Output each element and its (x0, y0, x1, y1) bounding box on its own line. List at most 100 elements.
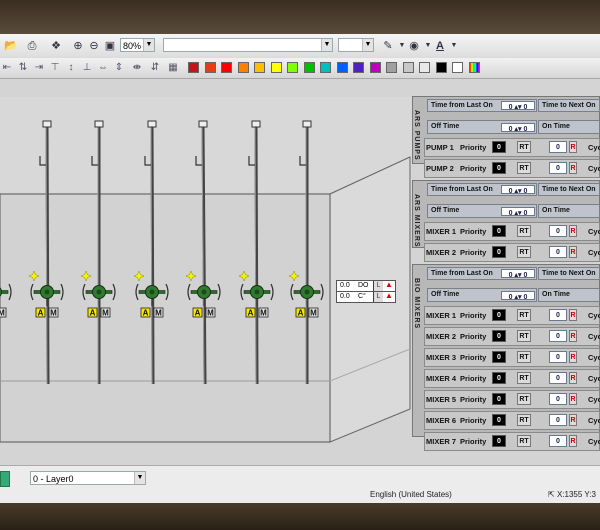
same-size-icon[interactable]: ▦ (166, 61, 180, 75)
distribute-h-icon[interactable]: ⇔ (96, 61, 110, 75)
align-left-icon[interactable]: ⇤ (0, 61, 14, 75)
priority-value[interactable]: 0 (492, 309, 506, 321)
rt-button[interactable]: RT (517, 351, 531, 363)
priority-value[interactable]: 0 (492, 330, 506, 342)
palette-swatch[interactable] (237, 62, 249, 73)
palette-swatch[interactable] (204, 62, 216, 73)
zoom-in-icon[interactable]: ⊕ (70, 38, 86, 54)
priority-value[interactable]: 0 (492, 246, 506, 258)
align-bottom-icon[interactable]: ⊥ (80, 61, 94, 75)
palette-swatch[interactable] (287, 62, 298, 73)
rt-button[interactable]: RT (517, 309, 531, 321)
palette-swatch[interactable] (419, 62, 430, 73)
rt-button[interactable]: RT (517, 246, 531, 258)
align-middle-icon[interactable]: ↕ (64, 61, 78, 75)
rt-button[interactable]: RT (517, 225, 531, 237)
reset-flag[interactable]: R (569, 393, 577, 405)
priority-value[interactable]: 0 (492, 372, 506, 384)
open-folder-icon[interactable]: 📂 (3, 38, 19, 54)
layer-nav-icon[interactable] (0, 471, 10, 487)
off-time-spinner[interactable]: 0 ▴▾ 0 (501, 207, 535, 216)
help-pointer-icon[interactable]: ❖ (48, 38, 64, 54)
priority-value[interactable]: 0 (492, 162, 506, 174)
runtime-value[interactable]: 0 (549, 246, 567, 258)
font-size-select[interactable]: ▼ (338, 38, 374, 52)
palette-swatch[interactable] (386, 62, 397, 73)
zoom-select[interactable]: 80% ▼ (120, 38, 155, 52)
reset-flag[interactable]: R (569, 225, 577, 237)
reset-flag[interactable]: R (569, 246, 577, 258)
same-height-icon[interactable]: ⇵ (148, 61, 162, 75)
manual-tag[interactable]: M (48, 307, 59, 318)
same-width-icon[interactable]: ⇼ (130, 61, 144, 75)
rt-button[interactable]: RT (517, 330, 531, 342)
reset-flag[interactable]: R (569, 351, 577, 363)
manual-tag[interactable]: M (153, 307, 164, 318)
priority-value[interactable]: 0 (492, 351, 506, 363)
manual-tag[interactable]: M (258, 307, 269, 318)
palette-swatch[interactable] (188, 62, 199, 73)
rt-button[interactable]: RT (517, 162, 531, 174)
priority-value[interactable]: 0 (492, 435, 506, 447)
palette-swatch[interactable] (336, 62, 348, 73)
runtime-value[interactable]: 0 (549, 225, 567, 237)
palette-swatch[interactable] (254, 62, 265, 73)
reset-flag[interactable]: R (569, 330, 577, 342)
runtime-value[interactable]: 0 (549, 351, 567, 363)
time-last-on-spinner[interactable]: 0 ▴▾ 0 (501, 269, 535, 278)
align-top-icon[interactable]: ⊤ (48, 61, 62, 75)
off-time-spinner[interactable]: 0 ▴▾ 0 (501, 291, 535, 300)
runtime-value[interactable]: 0 (549, 393, 567, 405)
palette-swatch[interactable] (353, 62, 364, 73)
auto-tag[interactable]: A (140, 307, 151, 318)
palette-swatch[interactable] (270, 62, 282, 73)
runtime-value[interactable]: 0 (549, 162, 567, 174)
more-colors-icon[interactable] (468, 62, 480, 73)
runtime-value[interactable]: 0 (549, 330, 567, 342)
auto-tag[interactable]: A (35, 307, 46, 318)
rt-button[interactable]: RT (517, 393, 531, 405)
palette-swatch[interactable] (452, 62, 463, 73)
manual-tag[interactable]: M (308, 307, 319, 318)
reset-flag[interactable]: R (569, 435, 577, 447)
runtime-value[interactable]: 0 (549, 309, 567, 321)
rt-button[interactable]: RT (517, 141, 531, 153)
do-limit-flag[interactable]: L (373, 281, 383, 291)
time-last-on-spinner[interactable]: 0 ▴▾ 0 (501, 185, 535, 194)
manual-tag[interactable]: M (0, 307, 7, 318)
drawing-canvas[interactable]: AMAMAMAMAMAMAM 0.0 DO L ▲ 0.0 C° L ▲ ARS… (0, 79, 600, 465)
distribute-v-icon[interactable]: ⇕ (112, 61, 126, 75)
auto-tag[interactable]: A (87, 307, 98, 318)
priority-value[interactable]: 0 (492, 414, 506, 426)
palette-swatch[interactable] (221, 62, 232, 73)
runtime-value[interactable]: 0 (549, 141, 567, 153)
reset-flag[interactable]: R (569, 414, 577, 426)
font-color-dropdown-icon[interactable]: ▼ (446, 38, 462, 54)
reset-flag[interactable]: R (569, 162, 577, 174)
align-center-icon[interactable]: ⇅ (16, 61, 30, 75)
palette-swatch[interactable] (402, 62, 414, 73)
runtime-value[interactable]: 0 (549, 372, 567, 384)
reset-flag[interactable]: R (569, 372, 577, 384)
palette-swatch[interactable] (303, 62, 315, 73)
runtime-value[interactable]: 0 (549, 435, 567, 447)
temp-limit-flag[interactable]: L (373, 292, 383, 302)
rt-button[interactable]: RT (517, 372, 531, 384)
font-name-select[interactable]: ▼ (163, 38, 333, 52)
off-time-spinner[interactable]: 0 ▴▾ 0 (501, 123, 535, 132)
priority-value[interactable]: 0 (492, 225, 506, 237)
rt-button[interactable]: RT (517, 414, 531, 426)
manual-tag[interactable]: M (205, 307, 216, 318)
auto-tag[interactable]: A (245, 307, 256, 318)
align-right-icon[interactable]: ⇥ (32, 61, 46, 75)
layer-select[interactable]: 0 - Layer0 ▼ (30, 471, 146, 485)
reset-flag[interactable]: R (569, 309, 577, 321)
palette-swatch[interactable] (369, 62, 381, 73)
priority-value[interactable]: 0 (492, 393, 506, 405)
time-last-on-spinner[interactable]: 0 ▴▾ 0 (501, 101, 535, 110)
print-icon[interactable]: ⎙ (24, 38, 40, 54)
zoom-fit-icon[interactable]: ▣ (102, 38, 118, 54)
priority-value[interactable]: 0 (492, 141, 506, 153)
zoom-out-icon[interactable]: ⊖ (86, 38, 102, 54)
auto-tag[interactable]: A (192, 307, 203, 318)
